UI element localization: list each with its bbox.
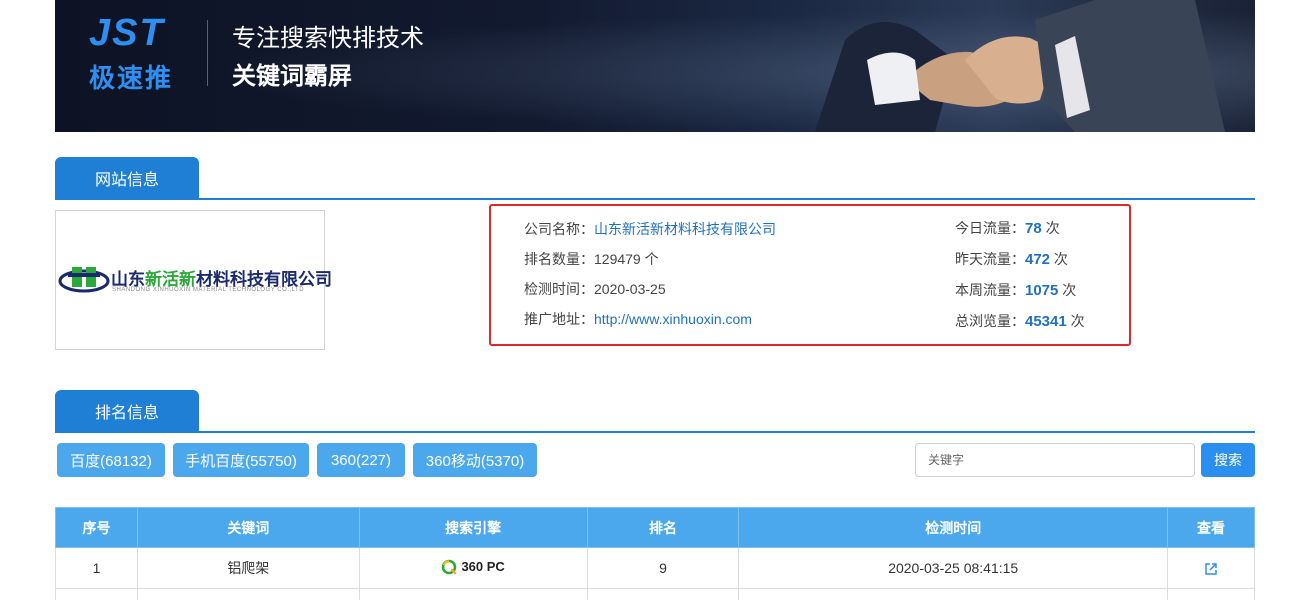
cell-engine: 360 PC (358, 547, 588, 589)
cell-time: 2020-03-25 08:41:15 (738, 547, 1169, 589)
promo-url-link[interactable]: http://www.xinhuoxin.com (594, 311, 752, 327)
rank-count-row: 排名数量：129479 个 (524, 251, 659, 267)
search-button[interactable]: 搜索 (1201, 443, 1255, 477)
yesterday-traffic-row: 昨天流量：472 次 (955, 251, 1068, 268)
cell-view (1167, 547, 1255, 589)
section-divider (55, 431, 1255, 433)
table-row: 1 铝爬架 360 PC 9 2020-03-25 08:41:15 (55, 547, 1255, 589)
cell-keyword: 铝爬架 (136, 547, 360, 589)
slogan-line2: 关键词霸屏 (232, 63, 352, 90)
cell-index: 1 (55, 547, 138, 589)
filter-baidu-button[interactable]: 百度(68132) (57, 443, 165, 477)
company-logo-icon (58, 267, 110, 293)
company-logo: 山东新活新材料科技有限公司 SHANDONG XINHUOXIN MATERIA… (55, 210, 332, 350)
handshake-image (815, 0, 1225, 132)
filter-mobile-baidu-button[interactable]: 手机百度(55750) (173, 443, 309, 477)
filter-360-button[interactable]: 360(227) (317, 443, 405, 477)
company-logo-en: SHANDONG XINHUOXIN MATERIAL TECHNOLOGY C… (112, 287, 305, 293)
company-name-link[interactable]: 山东新活新材料科技有限公司 (594, 221, 776, 237)
slogan-line1: 专注搜索快排技术 (232, 25, 424, 52)
week-traffic-row: 本周流量：1075 次 (955, 282, 1077, 299)
engine-label: 360 PC (441, 559, 505, 575)
cell-rank: 9 (586, 547, 740, 589)
total-views-row: 总浏览量：45341 次 (955, 313, 1085, 330)
site-info-panel: 公司名称：山东新活新材料科技有限公司 排名数量：129479 个 检测时间：20… (489, 204, 1131, 346)
check-time-row: 检测时间：2020-03-25 (524, 281, 666, 297)
banner-divider (207, 20, 208, 86)
header-banner: JST 极速推 专注搜索快排技术 关键词霸屏 (55, 0, 1255, 132)
filter-360-mobile-button[interactable]: 360移动(5370) (413, 443, 537, 477)
section-divider (55, 198, 1255, 200)
col-header-keyword: 关键词 (136, 507, 360, 548)
external-link-icon[interactable] (1204, 562, 1218, 576)
keyword-search-input[interactable] (915, 443, 1195, 477)
today-traffic-row: 今日流量：78 次 (955, 220, 1060, 237)
company-name-row: 公司名称：山东新活新材料科技有限公司 (524, 221, 776, 237)
table-row (55, 588, 1255, 600)
rank-table: 序号 关键词 搜索引擎 排名 检测时间 查看 1 铝爬架 360 PC 9 20… (55, 507, 1255, 600)
tab-site-info[interactable]: 网站信息 (55, 157, 199, 199)
360-search-icon (442, 559, 457, 574)
tab-rank-info[interactable]: 排名信息 (55, 390, 199, 432)
promo-url-row: 推广地址：http://www.xinhuoxin.com (524, 311, 752, 327)
table-header-row: 序号 关键词 搜索引擎 排名 检测时间 查看 (55, 507, 1255, 548)
col-header-rank: 排名 (586, 507, 740, 548)
logo-jst: JST (89, 12, 165, 54)
col-header-index: 序号 (55, 507, 138, 548)
logo-cn: 极速推 (89, 63, 174, 93)
col-header-time: 检测时间 (738, 507, 1169, 548)
col-header-view: 查看 (1167, 507, 1255, 548)
col-header-engine: 搜索引擎 (358, 507, 588, 548)
